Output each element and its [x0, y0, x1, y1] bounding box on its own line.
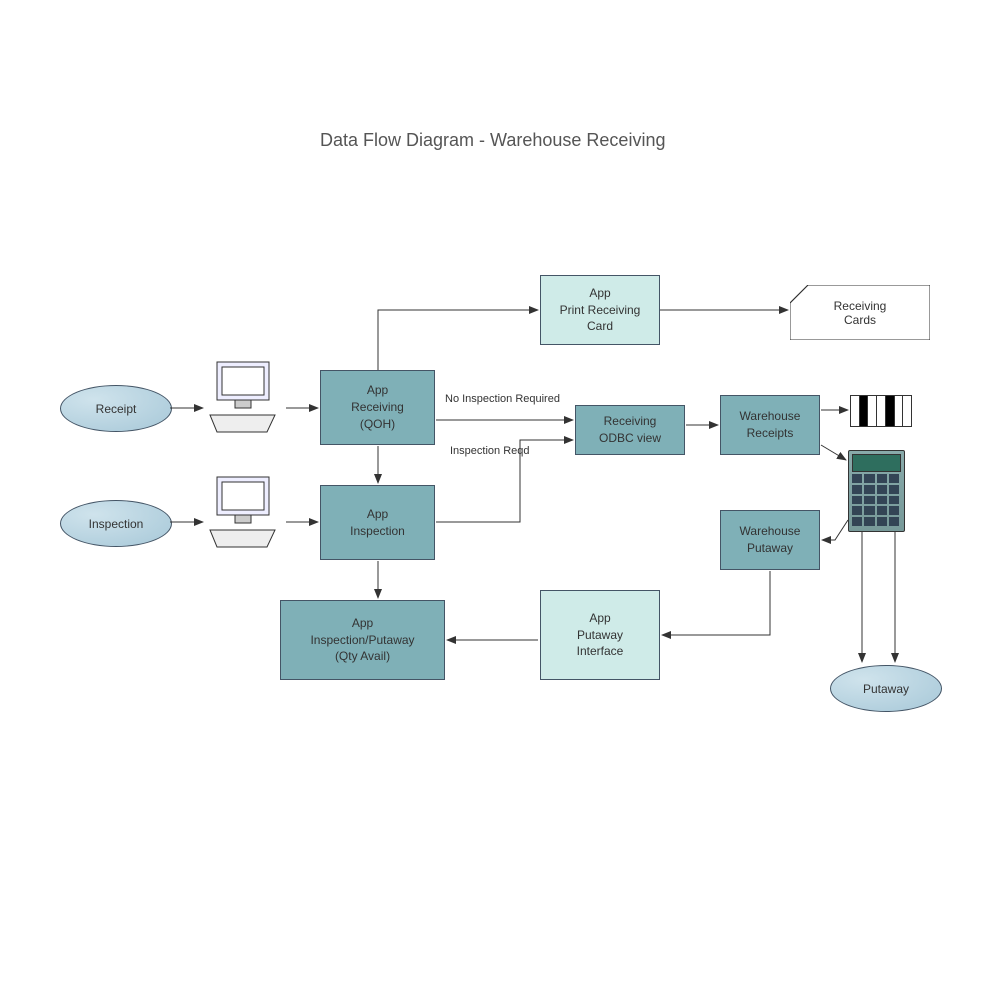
warehouse-putaway-label: Warehouse Putaway — [740, 523, 801, 557]
warehouse-receipts-process: Warehouse Receipts — [720, 395, 820, 455]
receiving-odbc-process: Receiving ODBC view — [575, 405, 685, 455]
inspection-entity: Inspection — [60, 500, 172, 547]
app-receiving-process: App Receiving (QOH) — [320, 370, 435, 445]
receiving-cards-output: Receiving Cards — [790, 285, 930, 340]
putaway-entity: Putaway — [830, 665, 942, 712]
putaway-label: Putaway — [863, 682, 909, 696]
computer-icon-1 — [205, 360, 285, 435]
diagram-title: Data Flow Diagram - Warehouse Receiving — [320, 130, 665, 151]
warehouse-putaway-process: Warehouse Putaway — [720, 510, 820, 570]
warehouse-receipts-label: Warehouse Receipts — [740, 408, 801, 442]
receiving-cards-label: Receiving Cards — [790, 285, 930, 340]
inspection-reqd-label: Inspection Reqd — [450, 445, 530, 457]
app-insp-putaway-label: App Inspection/Putaway (Qty Avail) — [310, 615, 414, 665]
barcode-output — [850, 395, 912, 427]
app-inspection-process: App Inspection — [320, 485, 435, 560]
app-inspection-putaway-process: App Inspection/Putaway (Qty Avail) — [280, 600, 445, 680]
app-print-card-process: App Print Receiving Card — [540, 275, 660, 345]
scanner-device — [848, 450, 903, 530]
computer-icon-2 — [205, 475, 285, 550]
receipt-label: Receipt — [96, 402, 137, 416]
app-inspection-label: App Inspection — [350, 506, 405, 540]
inspection-label: Inspection — [89, 517, 144, 531]
app-putaway-interface-process: App Putaway Interface — [540, 590, 660, 680]
no-inspection-label: No Inspection Required — [445, 393, 560, 405]
receipt-entity: Receipt — [60, 385, 172, 432]
app-receiving-label: App Receiving (QOH) — [351, 382, 404, 432]
app-putaway-if-label: App Putaway Interface — [577, 610, 624, 660]
app-print-label: App Print Receiving Card — [560, 285, 641, 335]
receiving-odbc-label: Receiving ODBC view — [599, 413, 661, 447]
